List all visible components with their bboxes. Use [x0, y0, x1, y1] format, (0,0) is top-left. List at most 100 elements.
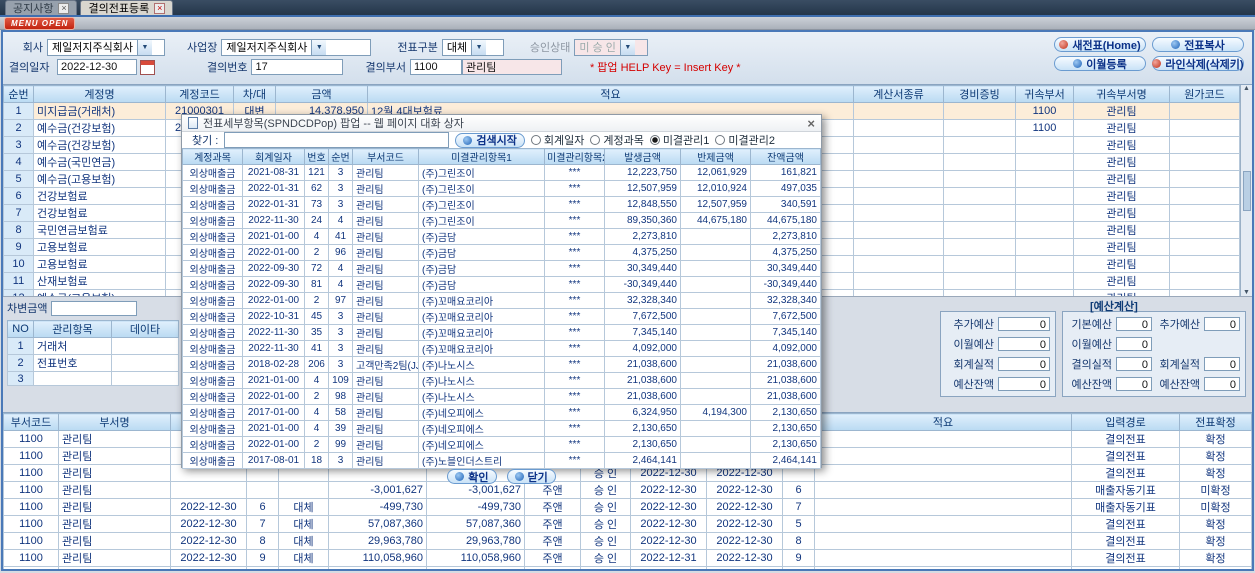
- cell[interactable]: [680, 356, 751, 373]
- cell[interactable]: (주)네오피에스: [418, 420, 545, 437]
- cell[interactable]: -499,730: [426, 498, 525, 516]
- table-row[interactable]: 1100 관리팀 2022-12-30 8 대체 29,963,780 29,963,780…: [3, 532, 1252, 550]
- cell[interactable]: 7,672,500: [604, 308, 681, 325]
- cell[interactable]: 58: [328, 404, 353, 421]
- cell[interactable]: [853, 272, 944, 290]
- budget-value-field[interactable]: 0: [1116, 337, 1152, 351]
- cell[interactable]: 외상매출금: [182, 452, 243, 469]
- cell[interactable]: (주)금담: [418, 244, 545, 261]
- cell[interactable]: 외상매출금: [182, 260, 243, 277]
- cell[interactable]: 81: [304, 276, 329, 293]
- cell[interactable]: [943, 255, 1016, 273]
- cell[interactable]: 국민연금보험료: [33, 221, 166, 239]
- cell[interactable]: [943, 102, 1016, 120]
- cell[interactable]: 2022-12-31: [630, 549, 707, 567]
- cell[interactable]: 대체: [278, 549, 329, 567]
- cell[interactable]: 관리팀: [1073, 272, 1170, 290]
- cell[interactable]: [680, 324, 751, 341]
- cell[interactable]: 29,963,780: [426, 532, 525, 550]
- cell[interactable]: 3: [328, 324, 353, 341]
- cell[interactable]: 관리팀: [352, 180, 419, 197]
- cell[interactable]: -3,001,627: [328, 481, 427, 499]
- cell[interactable]: 관리팀: [58, 481, 171, 499]
- cell[interactable]: 외상매출금: [182, 436, 243, 453]
- table-row[interactable]: 외상매출금 2021-08-31 121 3 관리팀 (주)그린조이 *** 12,223,7…: [182, 164, 821, 181]
- cell[interactable]: [1015, 187, 1074, 205]
- cell[interactable]: 2: [3, 119, 34, 137]
- cell[interactable]: 2,273,810: [750, 228, 821, 245]
- cell[interactable]: [814, 464, 1072, 482]
- cell[interactable]: 4,375,250: [604, 244, 681, 261]
- cell[interactable]: 관리팀: [352, 164, 419, 181]
- cell[interactable]: 결의전표: [1071, 549, 1180, 567]
- cell[interactable]: 1: [3, 102, 34, 120]
- cell[interactable]: [1169, 119, 1240, 137]
- cell[interactable]: [680, 308, 751, 325]
- table-row[interactable]: 외상매출금 2017-08-01 18 3 관리팀 (주)노블인더스트리 *** 2,464,…: [182, 452, 821, 469]
- cell[interactable]: (주)그린조이: [418, 196, 545, 213]
- budget-value-field[interactable]: 0: [1116, 357, 1152, 371]
- cell[interactable]: 외상매출금: [182, 340, 243, 357]
- cell[interactable]: [943, 221, 1016, 239]
- cell[interactable]: 340,591: [750, 196, 821, 213]
- cell[interactable]: [853, 153, 944, 171]
- cell[interactable]: 44,675,180: [750, 212, 821, 229]
- cell[interactable]: [1015, 136, 1074, 154]
- cell[interactable]: 2,130,650: [750, 436, 821, 453]
- cell[interactable]: 관리팀: [352, 388, 419, 405]
- cell[interactable]: 4: [304, 372, 329, 389]
- cell[interactable]: 관리팀: [1073, 204, 1170, 222]
- cell[interactable]: 2022-12-30: [630, 515, 707, 533]
- cell[interactable]: 6: [782, 481, 815, 499]
- find-input[interactable]: [224, 132, 450, 148]
- site-select[interactable]: 제일저지주식회사 ▼: [221, 38, 372, 56]
- cell[interactable]: [853, 255, 944, 273]
- cell[interactable]: [680, 372, 751, 389]
- cell[interactable]: 관리팀: [58, 532, 171, 550]
- cell[interactable]: 2: [304, 244, 329, 261]
- slip-type-select[interactable]: 대체 ▼: [441, 38, 504, 56]
- cell[interactable]: 2022-11-30: [242, 324, 305, 341]
- cell[interactable]: 외상매출금: [182, 196, 243, 213]
- cell[interactable]: [943, 238, 1016, 256]
- cell[interactable]: 2022-01-00: [242, 436, 305, 453]
- cell[interactable]: 21,038,600: [604, 372, 681, 389]
- chevron-down-icon[interactable]: ▼: [619, 39, 635, 55]
- scroll-thumb[interactable]: [1242, 170, 1251, 211]
- cell[interactable]: ***: [544, 292, 605, 309]
- cell[interactable]: [246, 481, 279, 499]
- cell[interactable]: 관리팀: [352, 228, 419, 245]
- cell[interactable]: [1169, 170, 1240, 188]
- table-row[interactable]: 외상매출금 2018-02-28 206 3 고객만족2팀(JJ (주)나노시스 *** 21…: [182, 356, 821, 373]
- scroll-up-icon[interactable]: ▲: [1243, 85, 1250, 92]
- cell[interactable]: 관리팀: [352, 372, 419, 389]
- cell[interactable]: 21,038,600: [750, 372, 821, 389]
- cell[interactable]: 2: [304, 388, 329, 405]
- cell[interactable]: 7: [246, 515, 279, 533]
- table-row[interactable]: 1100관리팀2022-12-3010대체49,72049,720조영우승 인2…: [3, 566, 1252, 569]
- radio-accounting-date[interactable]: 회계일자: [530, 132, 584, 148]
- cell[interactable]: [1169, 238, 1240, 256]
- table-row[interactable]: 외상매출금 2021-01-00 4 39 관리팀 (주)네오피에스 *** 2,130,65…: [182, 420, 821, 437]
- cell[interactable]: [1169, 204, 1240, 222]
- cell[interactable]: [111, 371, 179, 386]
- cell[interactable]: 1100: [3, 515, 59, 533]
- cell[interactable]: 2,130,650: [604, 420, 681, 437]
- cell[interactable]: 4,092,000: [750, 340, 821, 357]
- cell[interactable]: 4: [328, 260, 353, 277]
- cell[interactable]: 외상매출금: [182, 212, 243, 229]
- cell[interactable]: 2017-08-01: [242, 452, 305, 469]
- cell[interactable]: [33, 371, 112, 386]
- cell[interactable]: 외상매출금: [182, 372, 243, 389]
- cell[interactable]: [680, 388, 751, 405]
- cell[interactable]: 18: [304, 452, 329, 469]
- cell[interactable]: 1100: [1015, 119, 1074, 137]
- cell[interactable]: 2022-12-30: [170, 515, 247, 533]
- cell[interactable]: 49,720: [328, 566, 427, 569]
- cell[interactable]: 1100: [3, 447, 59, 465]
- close-button[interactable]: 닫기: [506, 469, 556, 484]
- cell[interactable]: 96: [328, 244, 353, 261]
- cell[interactable]: 확정: [1179, 566, 1252, 569]
- new-slip-button[interactable]: 새전표(Home): [1054, 37, 1146, 52]
- cell[interactable]: 1100: [3, 532, 59, 550]
